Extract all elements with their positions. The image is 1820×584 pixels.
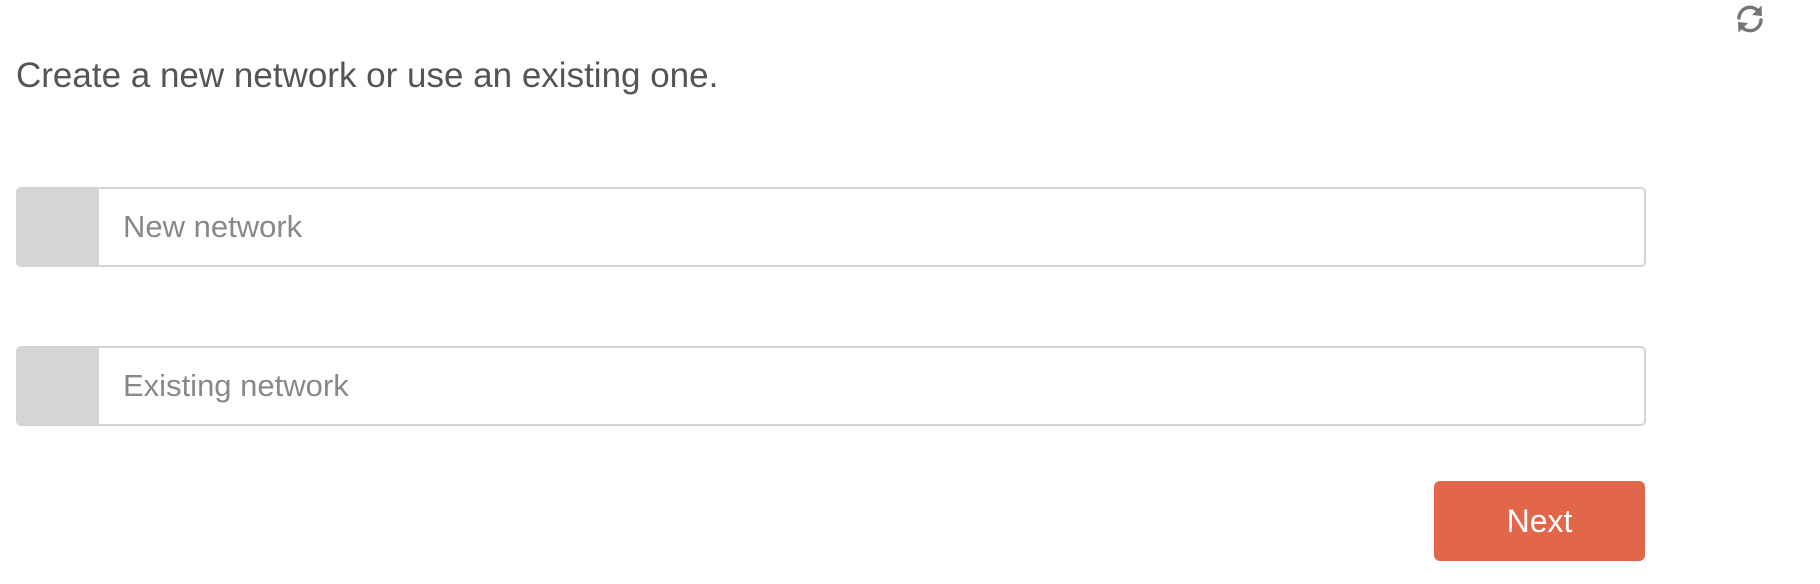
refresh-button[interactable] <box>1733 2 1767 36</box>
new-network-option[interactable]: New network <box>16 187 1646 267</box>
refresh-icon <box>1734 3 1766 35</box>
existing-network-selector[interactable] <box>18 348 99 424</box>
existing-network-option[interactable]: Existing network <box>16 346 1646 426</box>
next-button[interactable]: Next <box>1434 481 1645 561</box>
new-network-label: New network <box>123 209 303 244</box>
existing-network-label: Existing network <box>123 368 349 403</box>
new-network-selector[interactable] <box>18 189 99 265</box>
page-instruction: Create a new network or use an existing … <box>16 56 719 95</box>
